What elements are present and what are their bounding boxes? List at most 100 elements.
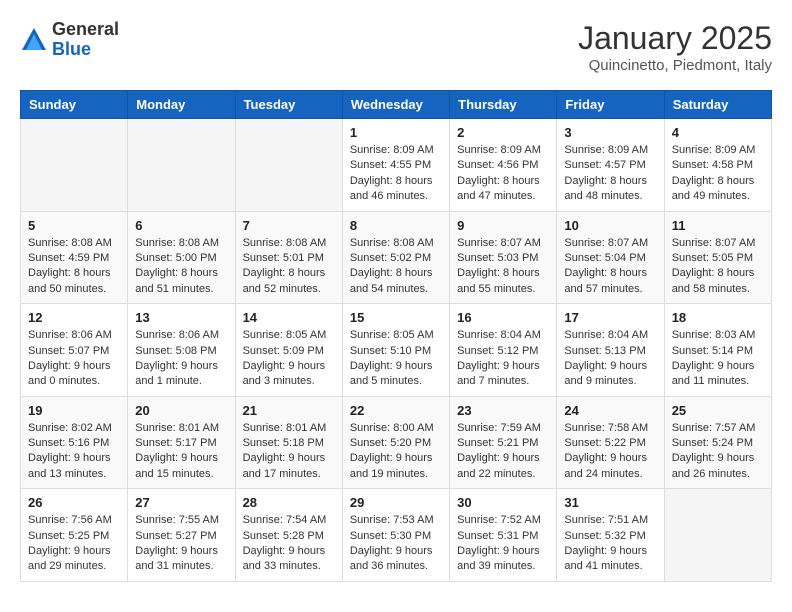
day-info: Sunrise: 8:01 AM Sunset: 5:17 PM Dayligh… <box>135 421 227 483</box>
day-info: Sunrise: 8:04 AM Sunset: 5:13 PM Dayligh… <box>564 328 656 390</box>
calendar-cell: 23 Sunrise: 7:59 AM Sunset: 5:21 PM Dayli… <box>450 396 557 489</box>
calendar-cell: 12 Sunrise: 8:06 AM Sunset: 5:07 PM Dayli… <box>21 304 128 397</box>
calendar-week-row: 12 Sunrise: 8:06 AM Sunset: 5:07 PM Dayli… <box>21 304 772 397</box>
calendar-cell <box>235 119 342 212</box>
calendar-cell: 18 Sunrise: 8:03 AM Sunset: 5:14 PM Dayli… <box>664 304 771 397</box>
calendar-cell: 26 Sunrise: 7:56 AM Sunset: 5:25 PM Dayli… <box>21 489 128 582</box>
calendar-cell: 29 Sunrise: 7:53 AM Sunset: 5:30 PM Dayli… <box>342 489 449 582</box>
day-number: 6 <box>135 218 227 233</box>
calendar-cell: 30Sunrise: 7:52 AM Sunset: 5:31 PM Dayli… <box>450 489 557 582</box>
day-number: 15 <box>350 310 442 325</box>
calendar-week-row: 26 Sunrise: 7:56 AM Sunset: 5:25 PM Dayli… <box>21 489 772 582</box>
day-number: 2 <box>457 125 549 140</box>
calendar-cell: 7 Sunrise: 8:08 AM Sunset: 5:01 PM Daylig… <box>235 211 342 304</box>
day-number: 17 <box>564 310 656 325</box>
calendar-week-row: 19 Sunrise: 8:02 AM Sunset: 5:16 PM Dayli… <box>21 396 772 489</box>
day-number: 20 <box>135 403 227 418</box>
calendar-cell: 5Sunrise: 8:08 AM Sunset: 4:59 PM Daylig… <box>21 211 128 304</box>
day-info: Sunrise: 7:57 AM Sunset: 5:24 PM Dayligh… <box>672 421 764 483</box>
calendar-cell: 19 Sunrise: 8:02 AM Sunset: 5:16 PM Dayli… <box>21 396 128 489</box>
day-info: Sunrise: 7:56 AM Sunset: 5:25 PM Dayligh… <box>28 513 120 575</box>
day-number: 23 <box>457 403 549 418</box>
day-number: 27 <box>135 495 227 510</box>
calendar-cell: 31Sunrise: 7:51 AM Sunset: 5:32 PM Dayli… <box>557 489 664 582</box>
weekday-header: Monday <box>128 91 235 119</box>
day-number: 21 <box>243 403 335 418</box>
calendar-header: SundayMondayTuesdayWednesdayThursdayFrid… <box>21 91 772 119</box>
day-info: Sunrise: 8:03 AM Sunset: 5:14 PM Dayligh… <box>672 328 764 390</box>
day-info: Sunrise: 8:08 AM Sunset: 5:01 PM Dayligh… <box>243 236 335 298</box>
day-info: Sunrise: 8:07 AM Sunset: 5:04 PM Dayligh… <box>564 236 656 298</box>
calendar-cell: 10 Sunrise: 8:07 AM Sunset: 5:04 PM Dayli… <box>557 211 664 304</box>
calendar-cell: 27 Sunrise: 7:55 AM Sunset: 5:27 PM Dayli… <box>128 489 235 582</box>
calendar-cell: 24Sunrise: 7:58 AM Sunset: 5:22 PM Dayli… <box>557 396 664 489</box>
day-info: Sunrise: 8:06 AM Sunset: 5:08 PM Dayligh… <box>135 328 227 390</box>
calendar-body: 1 Sunrise: 8:09 AM Sunset: 4:55 PM Daylig… <box>21 119 772 582</box>
day-number: 9 <box>457 218 549 233</box>
day-info: Sunrise: 8:04 AM Sunset: 5:12 PM Dayligh… <box>457 328 549 390</box>
day-info: Sunrise: 8:05 AM Sunset: 5:10 PM Dayligh… <box>350 328 442 390</box>
month-title: January 2025 <box>578 20 772 57</box>
location: Quincinetto, Piedmont, Italy <box>578 57 772 74</box>
day-info: Sunrise: 7:51 AM Sunset: 5:32 PM Dayligh… <box>564 513 656 575</box>
day-info: Sunrise: 8:05 AM Sunset: 5:09 PM Dayligh… <box>243 328 335 390</box>
weekday-header: Thursday <box>450 91 557 119</box>
day-number: 26 <box>28 495 120 510</box>
day-info: Sunrise: 8:02 AM Sunset: 5:16 PM Dayligh… <box>28 421 120 483</box>
calendar-cell: 20 Sunrise: 8:01 AM Sunset: 5:17 PM Dayli… <box>128 396 235 489</box>
calendar-cell: 16Sunrise: 8:04 AM Sunset: 5:12 PM Dayli… <box>450 304 557 397</box>
calendar-cell: 2 Sunrise: 8:09 AM Sunset: 4:56 PM Daylig… <box>450 119 557 212</box>
calendar-cell <box>128 119 235 212</box>
day-number: 14 <box>243 310 335 325</box>
day-number: 10 <box>564 218 656 233</box>
logo-blue-text: Blue <box>52 40 119 60</box>
calendar-week-row: 5Sunrise: 8:08 AM Sunset: 4:59 PM Daylig… <box>21 211 772 304</box>
day-number: 22 <box>350 403 442 418</box>
day-info: Sunrise: 8:00 AM Sunset: 5:20 PM Dayligh… <box>350 421 442 483</box>
day-number: 12 <box>28 310 120 325</box>
calendar-cell <box>21 119 128 212</box>
calendar-cell: 13Sunrise: 8:06 AM Sunset: 5:08 PM Dayli… <box>128 304 235 397</box>
day-number: 18 <box>672 310 764 325</box>
calendar-cell: 14 Sunrise: 8:05 AM Sunset: 5:09 PM Dayli… <box>235 304 342 397</box>
day-number: 7 <box>243 218 335 233</box>
day-info: Sunrise: 7:55 AM Sunset: 5:27 PM Dayligh… <box>135 513 227 575</box>
calendar-cell: 22 Sunrise: 8:00 AM Sunset: 5:20 PM Dayli… <box>342 396 449 489</box>
day-info: Sunrise: 8:09 AM Sunset: 4:58 PM Dayligh… <box>672 143 764 205</box>
calendar-cell: 3 Sunrise: 8:09 AM Sunset: 4:57 PM Daylig… <box>557 119 664 212</box>
day-number: 19 <box>28 403 120 418</box>
calendar-cell: 1 Sunrise: 8:09 AM Sunset: 4:55 PM Daylig… <box>342 119 449 212</box>
calendar-cell: 8 Sunrise: 8:08 AM Sunset: 5:02 PM Daylig… <box>342 211 449 304</box>
day-info: Sunrise: 8:08 AM Sunset: 4:59 PM Dayligh… <box>28 236 120 298</box>
calendar-cell: 9 Sunrise: 8:07 AM Sunset: 5:03 PM Daylig… <box>450 211 557 304</box>
day-number: 29 <box>350 495 442 510</box>
day-info: Sunrise: 7:58 AM Sunset: 5:22 PM Dayligh… <box>564 421 656 483</box>
day-number: 3 <box>564 125 656 140</box>
calendar-cell <box>664 489 771 582</box>
calendar-cell: 15 Sunrise: 8:05 AM Sunset: 5:10 PM Dayli… <box>342 304 449 397</box>
day-info: Sunrise: 8:09 AM Sunset: 4:55 PM Dayligh… <box>350 143 442 205</box>
day-number: 30 <box>457 495 549 510</box>
day-info: Sunrise: 8:07 AM Sunset: 5:05 PM Dayligh… <box>672 236 764 298</box>
calendar-cell: 21 Sunrise: 8:01 AM Sunset: 5:18 PM Dayli… <box>235 396 342 489</box>
day-info: Sunrise: 7:59 AM Sunset: 5:21 PM Dayligh… <box>457 421 549 483</box>
logo-icon <box>20 26 48 54</box>
calendar-cell: 17 Sunrise: 8:04 AM Sunset: 5:13 PM Dayli… <box>557 304 664 397</box>
day-number: 28 <box>243 495 335 510</box>
day-info: Sunrise: 7:53 AM Sunset: 5:30 PM Dayligh… <box>350 513 442 575</box>
title-block: January 2025 Quincinetto, Piedmont, Ital… <box>578 20 772 74</box>
day-info: Sunrise: 8:06 AM Sunset: 5:07 PM Dayligh… <box>28 328 120 390</box>
weekday-header: Saturday <box>664 91 771 119</box>
day-info: Sunrise: 8:09 AM Sunset: 4:56 PM Dayligh… <box>457 143 549 205</box>
day-info: Sunrise: 8:07 AM Sunset: 5:03 PM Dayligh… <box>457 236 549 298</box>
logo-text: General Blue <box>52 20 119 60</box>
day-info: Sunrise: 8:01 AM Sunset: 5:18 PM Dayligh… <box>243 421 335 483</box>
day-info: Sunrise: 8:09 AM Sunset: 4:57 PM Dayligh… <box>564 143 656 205</box>
calendar-cell: 25Sunrise: 7:57 AM Sunset: 5:24 PM Dayli… <box>664 396 771 489</box>
day-info: Sunrise: 8:08 AM Sunset: 5:02 PM Dayligh… <box>350 236 442 298</box>
page-header: General Blue January 2025 Quincinetto, P… <box>20 20 772 74</box>
day-info: Sunrise: 8:08 AM Sunset: 5:00 PM Dayligh… <box>135 236 227 298</box>
weekday-header: Tuesday <box>235 91 342 119</box>
day-number: 1 <box>350 125 442 140</box>
day-number: 8 <box>350 218 442 233</box>
